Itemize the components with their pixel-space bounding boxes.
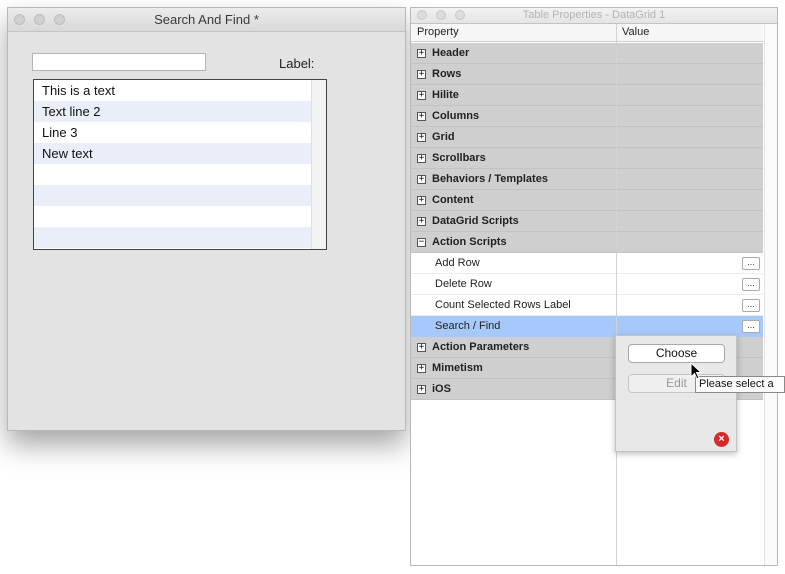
group-datagrid-scripts[interactable]: + DataGrid Scripts: [411, 211, 763, 232]
group-label: Content: [432, 194, 474, 206]
choose-button[interactable]: Choose: [628, 344, 725, 363]
text-list[interactable]: This is a text Text line 2 Line 3 New te…: [33, 79, 327, 250]
list-item[interactable]: [34, 206, 311, 227]
property-row-count-selected[interactable]: Count Selected Rows Label ...: [411, 295, 763, 316]
group-label: iOS: [432, 383, 451, 395]
group-label: Action Scripts: [432, 236, 507, 248]
collapse-icon[interactable]: −: [417, 238, 426, 247]
expand-icon[interactable]: +: [417, 49, 426, 58]
group-grid[interactable]: + Grid: [411, 127, 763, 148]
property-row-delete-row[interactable]: Delete Row ...: [411, 274, 763, 295]
expand-icon[interactable]: +: [417, 196, 426, 205]
search-window-titlebar[interactable]: Search And Find *: [8, 8, 405, 32]
expand-icon[interactable]: +: [417, 154, 426, 163]
list-scrollbar[interactable]: [311, 80, 326, 249]
group-header[interactable]: + Header: [411, 43, 763, 64]
group-label: DataGrid Scripts: [432, 215, 519, 227]
group-label: Scrollbars: [432, 152, 486, 164]
value-column-header[interactable]: Value: [622, 26, 649, 38]
expand-icon[interactable]: +: [417, 364, 426, 373]
property-row-add-row[interactable]: Add Row ...: [411, 253, 763, 274]
expand-icon[interactable]: +: [417, 112, 426, 121]
column-divider[interactable]: [616, 24, 617, 565]
group-label: Rows: [432, 68, 462, 80]
properties-window-title: Table Properties - DataGrid 1: [522, 9, 666, 21]
list-item[interactable]: [34, 227, 311, 248]
list-item[interactable]: [34, 185, 311, 206]
properties-window-titlebar[interactable]: Table Properties - DataGrid 1: [411, 8, 777, 24]
properties-scrollbar[interactable]: [764, 24, 777, 565]
group-hilite[interactable]: + Hilite: [411, 85, 763, 106]
group-content[interactable]: + Content: [411, 190, 763, 211]
result-label: Label:: [279, 56, 315, 71]
property-label: Delete Row: [435, 278, 492, 290]
expand-icon[interactable]: +: [417, 175, 426, 184]
edit-script-button[interactable]: ...: [742, 299, 760, 312]
property-label: Count Selected Rows Label: [435, 299, 571, 311]
expand-icon[interactable]: +: [417, 217, 426, 226]
group-label: Header: [432, 47, 470, 59]
table-properties-window: Table Properties - DataGrid 1 Property V…: [410, 7, 778, 566]
group-label: Mimetism: [432, 362, 483, 374]
property-row-search-find[interactable]: Search / Find ...: [411, 316, 763, 337]
search-window-title: Search And Find *: [154, 12, 259, 27]
edit-script-button[interactable]: ...: [742, 257, 760, 270]
group-columns[interactable]: + Columns: [411, 106, 763, 127]
list-item[interactable]: Text line 2: [34, 101, 311, 122]
group-rows[interactable]: + Rows: [411, 64, 763, 85]
list-item[interactable]: This is a text: [34, 80, 311, 101]
group-label: Behaviors / Templates: [432, 173, 548, 185]
expand-icon[interactable]: +: [417, 385, 426, 394]
property-label: Search / Find: [435, 320, 501, 332]
property-label: Add Row: [435, 257, 480, 269]
group-label: Columns: [432, 110, 480, 122]
expand-icon[interactable]: +: [417, 70, 426, 79]
list-item[interactable]: New text: [34, 143, 311, 164]
group-scrollbars[interactable]: + Scrollbars: [411, 148, 763, 169]
edit-script-button[interactable]: ...: [742, 320, 760, 333]
group-behaviors-templates[interactable]: + Behaviors / Templates: [411, 169, 763, 190]
expand-icon[interactable]: +: [417, 133, 426, 142]
search-and-find-window: Search And Find * Label: This is a text …: [7, 7, 406, 431]
tooltip: Please select a: [695, 376, 785, 393]
group-action-scripts[interactable]: − Action Scripts: [411, 232, 763, 253]
group-label: Action Parameters: [432, 341, 530, 353]
cursor-arrow-icon: [690, 362, 702, 380]
expand-icon[interactable]: +: [417, 343, 426, 352]
search-input[interactable]: [32, 53, 206, 71]
property-column-header[interactable]: Property: [417, 26, 459, 38]
group-label: Grid: [432, 131, 455, 143]
expand-icon[interactable]: +: [417, 91, 426, 100]
script-chooser-popover: Choose Edit ×: [615, 335, 737, 452]
column-header: Property Value: [411, 24, 763, 42]
close-icon[interactable]: ×: [714, 432, 729, 447]
group-label: Hilite: [432, 89, 459, 101]
list-item[interactable]: [34, 164, 311, 185]
edit-script-button[interactable]: ...: [742, 278, 760, 291]
list-item[interactable]: Line 3: [34, 122, 311, 143]
